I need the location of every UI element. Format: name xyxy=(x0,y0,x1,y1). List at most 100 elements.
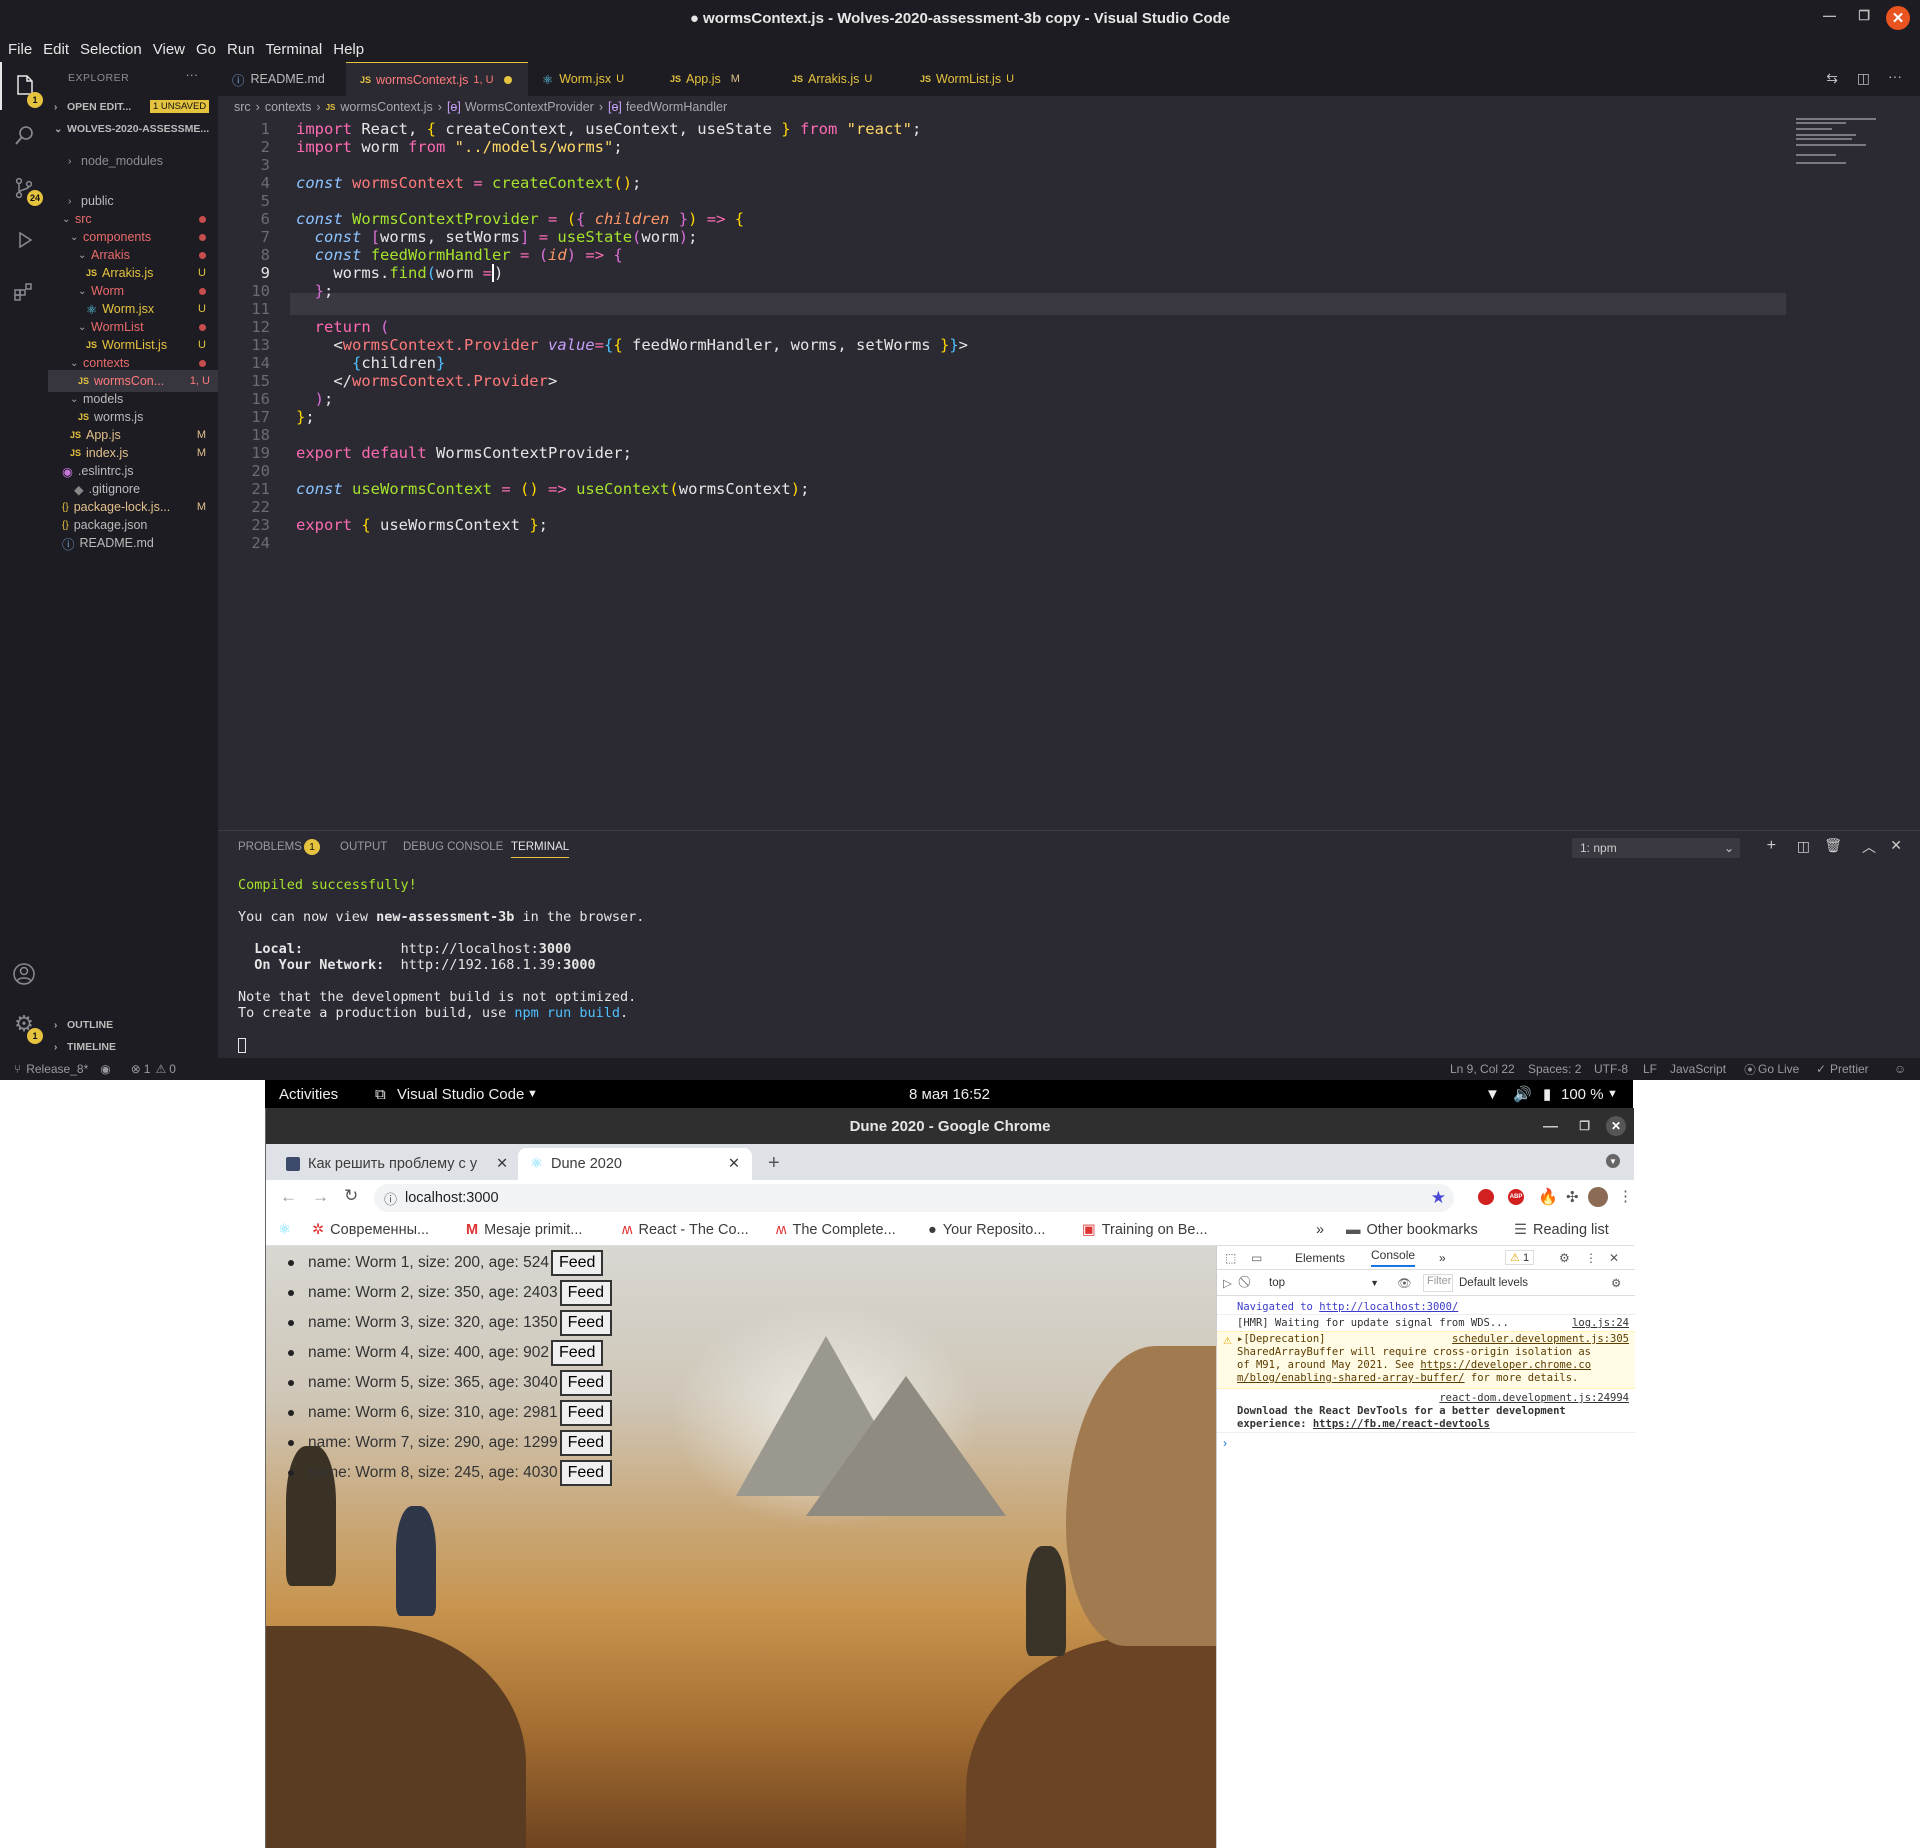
tab-problems[interactable]: PROBLEMS xyxy=(238,841,302,853)
split-editor-icon[interactable]: ◫ xyxy=(1857,70,1870,87)
levels-select[interactable]: Default levels xyxy=(1459,1277,1528,1289)
device-toolbar-icon[interactable]: ▭ xyxy=(1251,1251,1262,1265)
minimize-icon[interactable]: — xyxy=(1823,8,1836,23)
more-tabs-icon[interactable]: » xyxy=(1439,1251,1446,1265)
app-menu[interactable]: Visual Studio Code xyxy=(397,1086,524,1103)
language-status[interactable]: JavaScript xyxy=(1670,1062,1726,1076)
avatar[interactable] xyxy=(1588,1187,1608,1207)
react-bookmark-icon[interactable]: ⚛ xyxy=(278,1222,291,1238)
battery-percent[interactable]: 100 % xyxy=(1561,1086,1604,1103)
tab-app-js[interactable]: JS App.js M xyxy=(656,62,778,96)
trash-icon[interactable]: 🗑 xyxy=(1824,837,1842,854)
breadcrumb-item[interactable]: contexts xyxy=(265,100,312,114)
unsaved-dot-icon[interactable] xyxy=(503,75,512,84)
restore-icon[interactable]: ❐ xyxy=(1858,8,1870,24)
address-bar[interactable]: ⓘ localhost:3000 ★ xyxy=(374,1184,1454,1212)
restore-icon[interactable]: ❐ xyxy=(1579,1119,1590,1133)
account-icon[interactable] xyxy=(10,960,38,988)
more-actions-icon[interactable]: ··· xyxy=(1888,68,1902,84)
close-tab-icon[interactable]: ✕ xyxy=(728,1156,740,1172)
star-icon[interactable]: ★ xyxy=(1431,1188,1446,1208)
chevron-down-icon[interactable]: ▼ xyxy=(527,1088,538,1100)
system-menu-icon[interactable]: ▼ xyxy=(1607,1088,1618,1100)
bookmark-item[interactable]: ● Your Reposito... xyxy=(928,1222,1045,1238)
indent-status[interactable]: Spaces: 2 xyxy=(1528,1062,1581,1076)
outline-section[interactable]: › OUTLINE xyxy=(54,1014,204,1036)
maximize-panel-icon[interactable]: ︿ xyxy=(1862,837,1876,857)
feed-button[interactable]: Feed xyxy=(559,1370,613,1396)
breadcrumb-item[interactable]: wormsContext.js xyxy=(340,100,432,114)
tab-search-icon[interactable]: ▼ xyxy=(1606,1154,1620,1168)
close-tab-icon[interactable]: ✕ xyxy=(496,1156,508,1172)
eol-status[interactable]: LF xyxy=(1643,1062,1657,1076)
menu-selection[interactable]: Selection xyxy=(80,41,142,58)
reading-list[interactable]: ☰ Reading list xyxy=(1514,1222,1609,1238)
feed-button[interactable]: Feed xyxy=(559,1310,613,1336)
tab-wormlist-js[interactable]: JS WormList.js U xyxy=(906,62,1034,96)
tab-other[interactable]: Как решить проблему с у ✕ xyxy=(278,1148,516,1180)
compare-changes-icon[interactable]: ⇆ xyxy=(1826,70,1838,87)
cursor-position[interactable]: Ln 9, Col 22 xyxy=(1450,1062,1515,1076)
prettier-status[interactable]: Prettier xyxy=(1830,1062,1869,1076)
menu-go[interactable]: Go xyxy=(196,41,216,58)
feed-button[interactable]: Feed xyxy=(559,1430,613,1456)
sidebar-toggle-icon[interactable]: ▷ xyxy=(1223,1276,1232,1290)
settings-icon[interactable]: ⚙ xyxy=(1559,1251,1570,1265)
close-devtools-icon[interactable]: ✕ xyxy=(1609,1251,1619,1265)
menu-view[interactable]: View xyxy=(153,41,185,58)
terminal-output[interactable]: Compiled successfully! You can now view … xyxy=(238,877,644,1053)
feed-button[interactable]: Feed xyxy=(550,1340,604,1366)
console-prompt[interactable]: › xyxy=(1223,1436,1227,1450)
search-icon[interactable] xyxy=(10,122,38,150)
run-debug-icon[interactable] xyxy=(10,226,38,254)
close-icon[interactable]: ✕ xyxy=(1606,1116,1626,1136)
minimize-icon[interactable]: — xyxy=(1543,1118,1558,1135)
menu-terminal[interactable]: Terminal xyxy=(266,41,323,58)
volume-icon[interactable]: 🔊 xyxy=(1513,1085,1532,1103)
tree-item[interactable]: ⓘ README.md xyxy=(62,532,214,554)
tab-console[interactable]: Console xyxy=(1371,1248,1416,1267)
context-select[interactable]: top ▼ xyxy=(1269,1274,1383,1292)
console-settings-icon[interactable]: ⚙ xyxy=(1611,1276,1621,1290)
extensions-icon[interactable]: ✣ xyxy=(1566,1188,1579,1206)
bookmark-item[interactable]: ▣ Training on Be... xyxy=(1082,1222,1208,1238)
go-live-status[interactable]: Go Live xyxy=(1758,1062,1799,1076)
feedback-icon[interactable]: ☺ xyxy=(1894,1062,1906,1076)
activities-button[interactable]: Activities xyxy=(279,1086,338,1103)
feed-button[interactable]: Feed xyxy=(559,1280,613,1306)
breadcrumb-item[interactable]: feedWormHandler xyxy=(626,100,727,114)
chrome-menu-icon[interactable]: ⋮ xyxy=(1618,1187,1633,1205)
menu-edit[interactable]: Edit xyxy=(43,41,69,58)
split-terminal-icon[interactable]: ◫ xyxy=(1797,838,1810,855)
filter-input[interactable]: Filter xyxy=(1423,1273,1453,1292)
branch-status[interactable]: Release_8* xyxy=(26,1062,88,1076)
back-icon[interactable]: ← xyxy=(280,1187,297,1207)
adblock-icon[interactable]: ABP xyxy=(1508,1189,1524,1205)
bookmark-item[interactable]: ʍ React - The Co... xyxy=(622,1222,749,1238)
feed-button[interactable]: Feed xyxy=(559,1460,613,1486)
tab-wormscontext[interactable]: JS wormsContext.js 1, U xyxy=(346,62,528,96)
warnings-badge[interactable]: ⚠ 1 xyxy=(1505,1250,1535,1265)
breadcrumb-item[interactable]: WormsContextProvider xyxy=(465,100,594,114)
devtools-menu-icon[interactable]: ⋮ xyxy=(1585,1251,1597,1265)
encoding-status[interactable]: UTF-8 xyxy=(1594,1062,1628,1076)
breadcrumb-item[interactable]: src xyxy=(234,100,251,114)
forward-icon[interactable]: → xyxy=(312,1187,329,1207)
tab-terminal[interactable]: TERMINAL xyxy=(511,841,570,858)
eye-icon[interactable]: 👁 xyxy=(1397,1276,1412,1290)
tab-debug-console[interactable]: DEBUG CONSOLE xyxy=(403,841,503,853)
tab-elements[interactable]: Elements xyxy=(1295,1251,1345,1265)
feed-button[interactable]: Feed xyxy=(550,1250,604,1276)
tab-output[interactable]: OUTPUT xyxy=(340,841,387,853)
clock[interactable]: 8 мая 16:52 xyxy=(909,1086,990,1103)
reload-icon[interactable]: ↻ xyxy=(344,1186,358,1206)
terminal-select[interactable]: 1: npm ⌄ xyxy=(1572,838,1740,858)
close-icon[interactable]: ✕ xyxy=(1886,6,1910,30)
info-icon[interactable]: ⓘ xyxy=(384,1189,397,1208)
menu-help[interactable]: Help xyxy=(333,41,364,58)
fire-extension-icon[interactable]: 🔥 xyxy=(1538,1187,1558,1207)
tree-item[interactable]: › node_modules xyxy=(68,150,214,172)
other-bookmarks[interactable]: ▬ Other bookmarks xyxy=(1346,1222,1478,1238)
menu-file[interactable]: File xyxy=(8,41,32,58)
new-tab-icon[interactable]: + xyxy=(768,1152,780,1175)
